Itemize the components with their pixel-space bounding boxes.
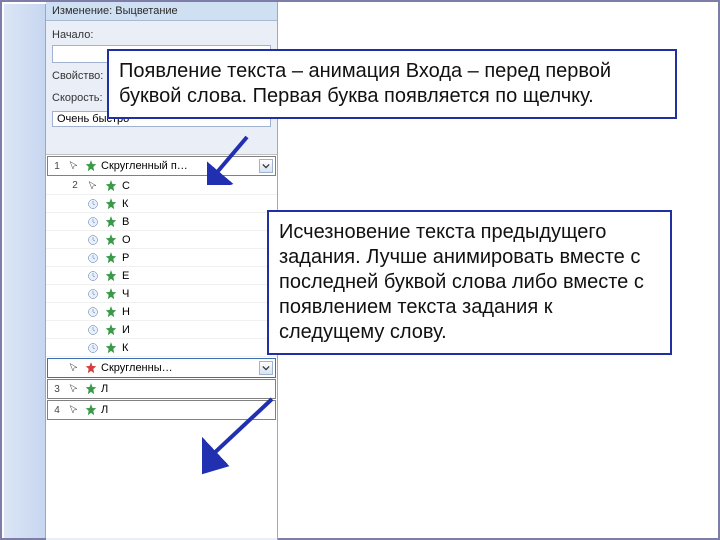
star-icon [104, 179, 118, 193]
star-icon [104, 197, 118, 211]
item-label: К [122, 342, 277, 354]
chevron-down-icon [262, 162, 270, 170]
clock-icon [87, 270, 99, 282]
animation-list[interactable]: 1 Скругленный п… 2 С К В [46, 154, 277, 538]
left-toolbar [4, 4, 46, 538]
clock-icon [87, 324, 99, 336]
item-label: Л [101, 383, 273, 395]
list-item[interactable]: Р [46, 249, 277, 267]
list-item[interactable]: К [46, 195, 277, 213]
clock-icon [87, 342, 99, 354]
item-label: Е [122, 270, 277, 282]
star-icon [84, 361, 98, 375]
star-icon [104, 269, 118, 283]
dropdown-button[interactable] [259, 159, 273, 173]
clock-icon [87, 306, 99, 318]
mouse-icon [68, 160, 80, 172]
mouse-icon [68, 383, 80, 395]
clock-icon [87, 234, 99, 246]
list-item[interactable]: И [46, 321, 277, 339]
panel-header: Изменение: Выцветание [46, 2, 277, 21]
item-number: 2 [68, 180, 82, 191]
mouse-icon [68, 362, 80, 374]
chevron-down-icon [262, 364, 270, 372]
list-item[interactable]: Скругленны… [47, 358, 276, 378]
property-label: Свойство: [52, 70, 110, 82]
star-icon [104, 305, 118, 319]
list-item[interactable]: В [46, 213, 277, 231]
callout-bottom: Исчезновение текста предыдущего задания.… [267, 210, 672, 355]
star-icon [84, 159, 98, 173]
star-icon [104, 233, 118, 247]
mouse-icon [68, 404, 80, 416]
list-item[interactable]: К [46, 339, 277, 357]
star-icon [104, 215, 118, 229]
item-label: Н [122, 306, 277, 318]
item-label: В [122, 216, 277, 228]
list-item[interactable]: О [46, 231, 277, 249]
star-icon [104, 323, 118, 337]
item-number: 3 [50, 384, 64, 395]
list-item[interactable]: 3 Л [47, 379, 276, 399]
item-number: 4 [50, 405, 64, 416]
mouse-icon [87, 180, 99, 192]
list-item[interactable]: Н [46, 303, 277, 321]
item-label: Р [122, 252, 277, 264]
item-label: О [122, 234, 277, 246]
arrow-bottom [202, 397, 282, 477]
star-icon [104, 341, 118, 355]
start-label: Начало: [52, 29, 110, 41]
dropdown-button[interactable] [259, 361, 273, 375]
list-item[interactable]: Ч [46, 285, 277, 303]
clock-icon [87, 198, 99, 210]
list-item[interactable]: Е [46, 267, 277, 285]
item-label: К [122, 198, 277, 210]
item-label: Скругленны… [101, 362, 256, 374]
star-icon [84, 382, 98, 396]
speed-label: Скорость: [52, 92, 110, 104]
star-icon [104, 251, 118, 265]
callout-top: Появление текста – анимация Входа – пере… [107, 49, 677, 119]
star-icon [104, 287, 118, 301]
clock-icon [87, 252, 99, 264]
star-icon [84, 403, 98, 417]
item-label: Ч [122, 288, 277, 300]
item-label: И [122, 324, 277, 336]
item-number: 1 [50, 161, 64, 172]
arrow-top [207, 135, 257, 185]
clock-icon [87, 288, 99, 300]
clock-icon [87, 216, 99, 228]
